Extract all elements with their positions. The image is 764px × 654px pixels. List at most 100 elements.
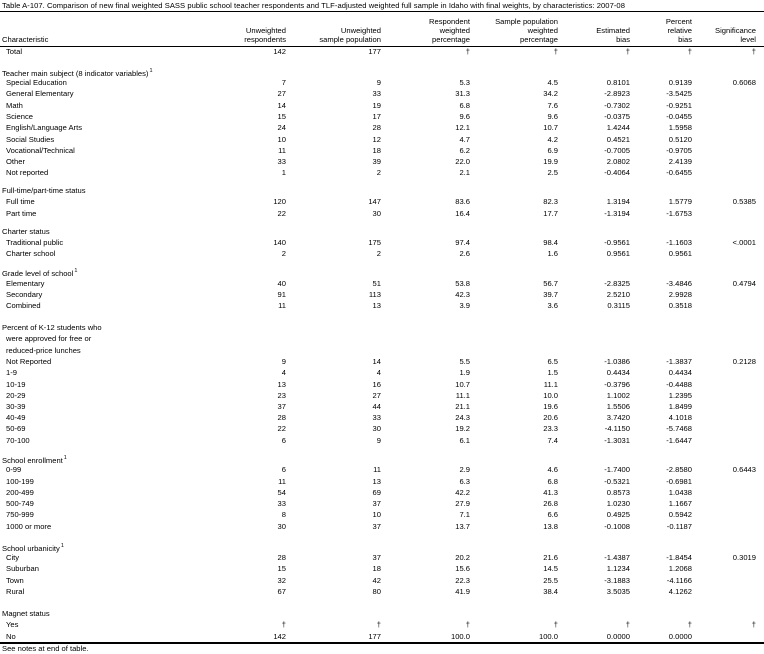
row-label: 30-39 bbox=[6, 402, 25, 411]
row-label-text: Special Education bbox=[6, 78, 67, 87]
table-cell: 53.8 bbox=[455, 279, 470, 288]
table-cell: 20.6 bbox=[543, 413, 558, 422]
table-cell: 147 bbox=[368, 197, 381, 206]
table-cell: 30 bbox=[372, 424, 381, 433]
table-cell: 21.6 bbox=[543, 553, 558, 562]
table-cell: 3.9 bbox=[459, 301, 470, 310]
table-cell: 24.3 bbox=[455, 413, 470, 422]
column-header-7-line-0: Significance bbox=[715, 26, 756, 35]
row-label-text: Combined bbox=[6, 301, 41, 310]
table-cell: 0.8573 bbox=[606, 488, 630, 497]
table-cell: 25.5 bbox=[543, 576, 558, 585]
table-cell: 97.4 bbox=[455, 238, 470, 247]
table-cell: 33 bbox=[372, 89, 381, 98]
table-cell: 40 bbox=[277, 279, 286, 288]
column-header-4-line-2: percentage bbox=[520, 35, 558, 44]
section-label: Grade level of school1 bbox=[2, 267, 77, 278]
table-cell: 22 bbox=[277, 424, 286, 433]
table-cell: 2.9928 bbox=[668, 290, 692, 299]
table-cell: 33 bbox=[277, 499, 286, 508]
table-cell: 142 bbox=[273, 632, 286, 641]
table-cell: 28 bbox=[277, 413, 286, 422]
row-label-text: Secondary bbox=[6, 290, 43, 299]
table-cell: 5.3 bbox=[459, 78, 470, 87]
table-cell: 9 bbox=[281, 357, 286, 366]
table-cell: 33 bbox=[277, 157, 286, 166]
table-cell: 1.0438 bbox=[668, 488, 692, 497]
table-cell: 0.5120 bbox=[668, 135, 692, 144]
table-cell: 41.3 bbox=[543, 488, 558, 497]
table-cell: 1.1002 bbox=[606, 391, 630, 400]
table-cell: 10 bbox=[372, 510, 381, 519]
table-cell: 2 bbox=[376, 168, 381, 177]
table-cell: 0.0000 bbox=[668, 632, 692, 641]
table-cell: 18 bbox=[372, 564, 381, 573]
table-cell: 27 bbox=[277, 89, 286, 98]
table-cell: 16.4 bbox=[455, 209, 470, 218]
footnote-marker: 1 bbox=[74, 268, 78, 274]
table-cell: 30 bbox=[372, 209, 381, 218]
table-cell: † bbox=[281, 620, 286, 629]
row-label-text: Not Reported bbox=[6, 357, 52, 366]
table-cell: 39 bbox=[372, 157, 381, 166]
row-label-text: 70-100 bbox=[6, 436, 30, 445]
table-cell: 6 bbox=[281, 465, 286, 474]
table-cell: 27 bbox=[372, 391, 381, 400]
row-label: 750-999 bbox=[6, 510, 34, 519]
table-cell: -1.6447 bbox=[666, 436, 692, 445]
table-cell: 67 bbox=[277, 587, 286, 596]
row-label-text: Other bbox=[6, 157, 25, 166]
row-label: Full time bbox=[6, 197, 35, 206]
table-cell: -1.3194 bbox=[604, 209, 630, 218]
table-cell: † bbox=[751, 47, 756, 56]
row-label: Traditional public bbox=[6, 238, 63, 247]
row-label-text: 200-499 bbox=[6, 488, 34, 497]
table-cell: 24 bbox=[277, 123, 286, 132]
table-cell: 120 bbox=[273, 197, 286, 206]
table-cell: -1.7400 bbox=[604, 465, 630, 474]
table-cell: 16 bbox=[372, 380, 381, 389]
table-cell: 2.9 bbox=[459, 465, 470, 474]
table-cell: 23.3 bbox=[543, 424, 558, 433]
row-label-text: 30-39 bbox=[6, 402, 26, 411]
table-cell: -1.3837 bbox=[666, 357, 692, 366]
table-cell: 0.9561 bbox=[606, 249, 630, 258]
table-cell: -3.4846 bbox=[666, 279, 692, 288]
row-label-text: Science bbox=[6, 112, 34, 121]
table-cell: 1.3194 bbox=[606, 197, 630, 206]
table-cell: 177 bbox=[368, 47, 381, 56]
table-cell: 3.6 bbox=[547, 301, 558, 310]
row-label-text: were approved for free or bbox=[6, 334, 92, 343]
table-cell: 6.8 bbox=[459, 101, 470, 110]
row-label: General Elementary bbox=[6, 89, 74, 98]
row-label-text: 500-749 bbox=[6, 499, 34, 508]
row-label: Suburban bbox=[6, 564, 39, 573]
section-label: School urbanicity1 bbox=[2, 542, 64, 553]
table-cell: 6.1 bbox=[459, 436, 470, 445]
row-label-text: Percent of K-12 students who bbox=[2, 323, 102, 332]
top-rule bbox=[0, 11, 764, 12]
table-cell: 80 bbox=[372, 587, 381, 596]
table-cell: 1.5779 bbox=[668, 197, 692, 206]
section-label: Percent of K-12 students who bbox=[2, 323, 102, 332]
row-label-text: 100-199 bbox=[6, 477, 34, 486]
column-header-2-line-1: sample population bbox=[319, 35, 381, 44]
row-label-text: Grade level of school bbox=[2, 269, 74, 278]
table-cell: 37 bbox=[372, 522, 381, 531]
row-label: Vocational/Technical bbox=[6, 146, 75, 155]
table-cell: 10.7 bbox=[455, 380, 470, 389]
table-cell: 0.4521 bbox=[606, 135, 630, 144]
table-cell: 100.0 bbox=[450, 632, 470, 641]
table-cell: 113 bbox=[368, 290, 381, 299]
table-cell: 13.8 bbox=[543, 522, 558, 531]
table-cell: 1.6 bbox=[547, 249, 558, 258]
table-cell: 0.9139 bbox=[668, 78, 692, 87]
table-cell: 1.5958 bbox=[668, 123, 692, 132]
table-cell: -2.8325 bbox=[604, 279, 630, 288]
row-label-text: Yes bbox=[6, 620, 19, 629]
table-cell: 100.0 bbox=[538, 632, 558, 641]
table-cell: 0.9561 bbox=[668, 249, 692, 258]
table-cell: 1.1234 bbox=[606, 564, 630, 573]
row-label-text: Magnet status bbox=[2, 609, 50, 618]
row-label: English/Language Arts bbox=[6, 123, 82, 132]
